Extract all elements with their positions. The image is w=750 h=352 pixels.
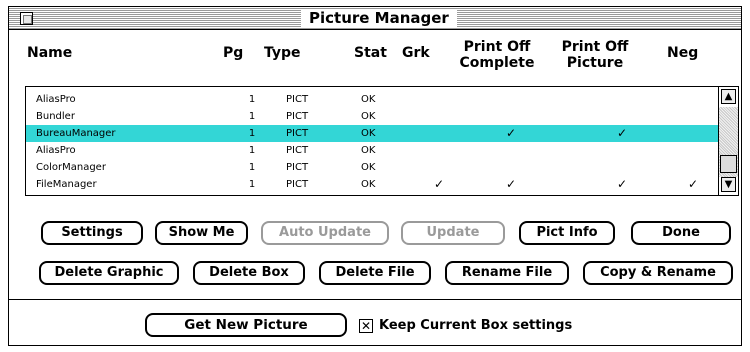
picture-manager-window: Picture Manager Name Pg Type Stat Grk Pr… <box>8 6 742 346</box>
table-row[interactable]: ColorManager 1 PICT OK <box>26 159 719 176</box>
row-name: FileManager <box>36 179 97 190</box>
row-page: 1 <box>248 111 256 122</box>
picture-check-icon: ✓ <box>616 177 628 191</box>
settings-button[interactable]: Settings <box>41 221 143 245</box>
column-header-print-off-picture: Print Off Picture <box>553 39 637 71</box>
row-type: PICT <box>286 94 309 105</box>
up-arrow-icon[interactable]: ▲ <box>721 89 736 104</box>
row-name: AliasPro <box>36 94 76 105</box>
row-name: Bundler <box>36 111 75 122</box>
done-button[interactable]: Done <box>631 221 731 245</box>
title-bar[interactable]: Picture Manager <box>9 7 741 30</box>
column-header-grk: Grk <box>402 45 430 61</box>
column-header-pg: Pg <box>223 45 244 61</box>
row-page: 1 <box>248 179 256 190</box>
grk-check-icon: ✓ <box>433 177 445 191</box>
column-header-neg: Neg <box>667 45 699 61</box>
column-header-print-off-complete: Print Off Complete <box>449 39 545 71</box>
vertical-scrollbar[interactable]: ▲ ▼ <box>718 87 738 195</box>
picture-check-icon: ✓ <box>616 126 628 140</box>
row-type: PICT <box>286 162 309 173</box>
window-title: Picture Manager <box>301 10 457 27</box>
row-name: AliasPro <box>36 145 76 156</box>
scrollbar-thumb[interactable] <box>720 155 737 173</box>
keep-settings-label: Keep Current Box settings <box>379 318 573 333</box>
delete-box-button[interactable]: Delete Box <box>193 261 305 285</box>
neg-check-icon: ✓ <box>687 177 699 191</box>
column-header-print-off-picture-line1: Print Off <box>561 39 629 55</box>
column-header-name: Name <box>27 45 73 61</box>
table-row[interactable]: FileManager 1 PICT OK ✓ ✓ ✓ ✓ <box>26 176 719 193</box>
delete-file-button[interactable]: Delete File <box>319 261 431 285</box>
close-box-icon[interactable] <box>20 12 33 25</box>
get-new-picture-button[interactable]: Get New Picture <box>145 313 347 337</box>
table-row[interactable]: BureauManager 1 PICT OK ✓ ✓ <box>26 125 719 142</box>
row-type: PICT <box>286 111 309 122</box>
table-row[interactable]: Bundler 1 PICT OK <box>26 108 719 125</box>
table-row[interactable]: AliasPro 1 PICT OK <box>26 91 719 108</box>
column-header-print-off-complete-line2: Complete <box>459 55 535 71</box>
column-header-stat: Stat <box>354 45 387 61</box>
pict-info-button[interactable]: Pict Info <box>519 221 615 245</box>
delete-graphic-button[interactable]: Delete Graphic <box>39 261 179 285</box>
table-row[interactable]: AliasPro 1 PICT OK <box>26 142 719 159</box>
row-status: OK <box>361 145 376 156</box>
column-header-type: Type <box>264 45 301 61</box>
row-type: PICT <box>286 179 309 190</box>
row-page: 1 <box>248 128 256 139</box>
row-type: PICT <box>286 145 309 156</box>
keep-settings-checkbox[interactable]: ✕ <box>359 319 373 333</box>
picture-list[interactable]: AliasPro 1 PICT OK Bundler 1 PICT OK BureauManag… <box>25 86 739 196</box>
column-header-print-off-complete-line1: Print Off <box>463 39 531 55</box>
row-status: OK <box>361 128 376 139</box>
auto-update-button[interactable]: Auto Update <box>261 221 389 245</box>
row-status: OK <box>361 162 376 173</box>
row-page: 1 <box>248 162 256 173</box>
row-name: BureauManager <box>36 128 116 139</box>
row-type: PICT <box>286 128 309 139</box>
divider <box>9 299 741 300</box>
copy-rename-button[interactable]: Copy & Rename <box>583 261 733 285</box>
row-status: OK <box>361 111 376 122</box>
update-button[interactable]: Update <box>401 221 505 245</box>
row-status: OK <box>361 179 376 190</box>
row-name: ColorManager <box>36 162 106 173</box>
complete-check-icon: ✓ <box>505 177 517 191</box>
complete-check-icon: ✓ <box>505 126 517 140</box>
down-arrow-icon[interactable]: ▼ <box>721 177 736 192</box>
rename-file-button[interactable]: Rename File <box>445 261 569 285</box>
column-header-print-off-picture-line2: Picture <box>566 55 624 71</box>
row-page: 1 <box>248 145 256 156</box>
row-status: OK <box>361 94 376 105</box>
row-page: 1 <box>248 94 256 105</box>
show-me-button[interactable]: Show Me <box>155 221 248 245</box>
